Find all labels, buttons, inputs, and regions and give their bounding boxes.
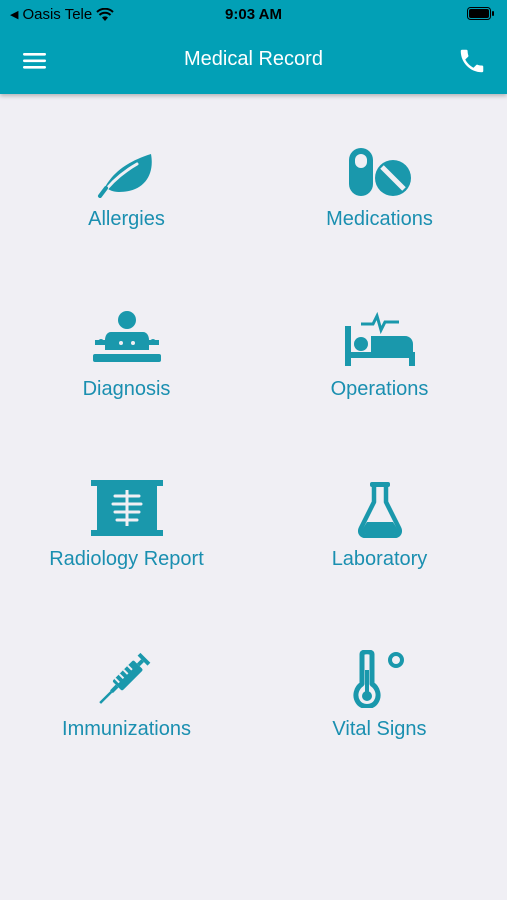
- pills-icon: [340, 138, 420, 198]
- tile-label: Laboratory: [331, 548, 428, 570]
- status-time: 9:03 AM: [225, 6, 282, 23]
- tile-label: Immunizations: [62, 718, 191, 740]
- tile-immunizations[interactable]: Immunizations: [0, 648, 253, 798]
- tile-allergies[interactable]: Allergies: [0, 138, 253, 288]
- leaf-icon: [87, 138, 167, 198]
- tile-radiology-report[interactable]: Radiology Report: [0, 478, 253, 628]
- status-bar: ◀ Oasis Tele 9:03 AM: [0, 0, 507, 28]
- tile-label: Diagnosis: [82, 378, 171, 400]
- app-header: ◀ Oasis Tele 9:03 AM Medical Record: [0, 0, 507, 94]
- flask-icon: [340, 478, 420, 538]
- patient-exam-icon: [87, 308, 167, 368]
- tile-diagnosis[interactable]: Diagnosis: [0, 308, 253, 458]
- tile-label: Medications: [326, 208, 433, 230]
- phone-icon[interactable]: [457, 46, 487, 76]
- tile-label: Radiology Report: [49, 548, 204, 570]
- page-title: Medical Record: [184, 48, 323, 70]
- syringe-icon: [87, 648, 167, 708]
- tile-label: Allergies: [88, 208, 165, 230]
- tile-laboratory[interactable]: Laboratory: [253, 478, 506, 628]
- tile-label: Operations: [330, 378, 429, 400]
- tile-vital-signs[interactable]: Vital Signs: [253, 648, 506, 798]
- thermometer-icon: [340, 648, 420, 708]
- tile-operations[interactable]: Operations: [253, 308, 506, 458]
- xray-icon: [87, 478, 167, 538]
- tile-medications[interactable]: Medications: [253, 138, 506, 288]
- battery-icon: [467, 7, 495, 24]
- tile-label: Vital Signs: [332, 718, 427, 740]
- hospital-bed-icon: [340, 308, 420, 368]
- nav-bar: Medical Record: [0, 40, 507, 80]
